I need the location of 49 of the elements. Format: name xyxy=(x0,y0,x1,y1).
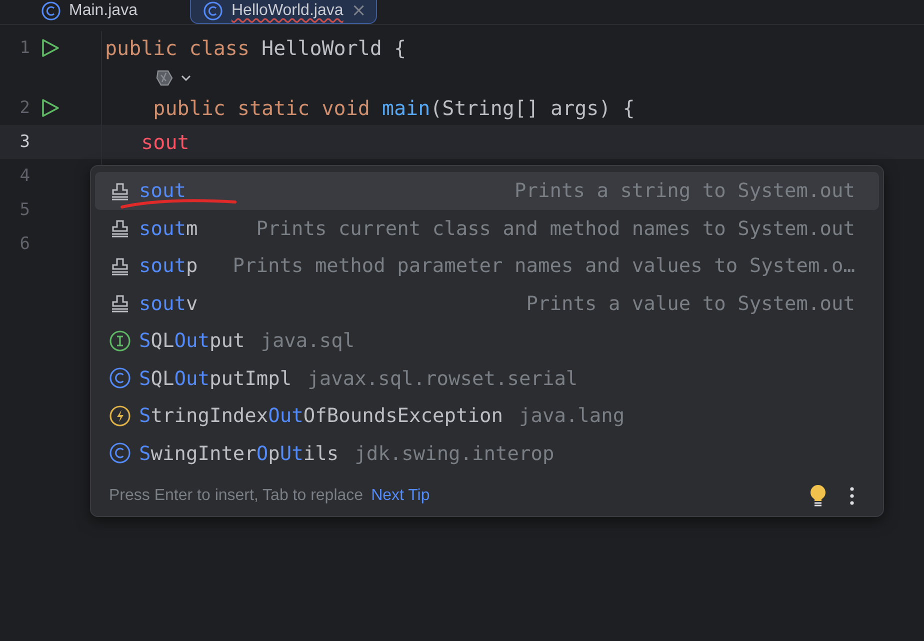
item-name: soutv xyxy=(139,292,198,315)
item-name: SQLOutputImpl xyxy=(139,366,292,390)
file-tab[interactable]: HelloWorld.java × xyxy=(190,0,378,24)
stamp-icon xyxy=(109,293,131,314)
item-name: SQLOutput xyxy=(139,329,245,352)
code-line: public class HelloWorld { xyxy=(104,36,406,60)
line-number: 5 xyxy=(18,200,30,220)
item-name: soutp xyxy=(139,254,198,278)
completion-item[interactable]: soutp Prints method parameter names and values to System.o… xyxy=(95,247,879,284)
run-icon[interactable] xyxy=(40,98,60,118)
run-icon[interactable] xyxy=(40,38,60,58)
completion-item[interactable]: SQLOutput java.sql xyxy=(95,322,879,360)
line-number: 6 xyxy=(18,234,30,254)
item-description: Prints a string to System.out xyxy=(514,179,855,202)
lightning-icon xyxy=(109,404,131,427)
class-icon xyxy=(41,0,61,20)
line-number: 4 xyxy=(18,166,30,186)
item-description: Prints a value to System.out xyxy=(526,292,855,315)
item-description: java.lang xyxy=(518,404,625,428)
item-name: sout xyxy=(139,179,186,202)
item-description: jdk.swing.interop xyxy=(354,442,554,465)
code-line: sout xyxy=(140,130,190,154)
interface-icon xyxy=(109,330,131,352)
footer-hint: Press Enter to insert, Tab to replace xyxy=(109,487,364,505)
completion-item[interactable]: soutm Prints current class and method names to System.out xyxy=(95,210,879,247)
item-description: Prints current class and method names to System.out xyxy=(256,216,855,240)
line-number: 3 xyxy=(18,132,30,152)
completion-item[interactable]: SQLOutputImpl javax.sql.rowset.serial xyxy=(95,360,879,397)
line-number: 2 xyxy=(18,98,30,118)
completion-item[interactable]: SwingInterOpUtils jdk.swing.interop xyxy=(95,434,879,472)
item-name: soutm xyxy=(139,216,198,240)
stamp-icon xyxy=(109,256,131,276)
class-icon xyxy=(109,367,131,390)
class-icon xyxy=(109,442,131,464)
item-description: java.sql xyxy=(260,329,355,352)
completion-item[interactable]: soutv Prints a value to System.out xyxy=(95,284,879,322)
stamp-icon xyxy=(109,218,131,238)
item-description: Prints method parameter names and values to System.o… xyxy=(232,254,855,278)
lightbulb-icon[interactable] xyxy=(809,484,827,508)
item-name: SwingInterOpUtils xyxy=(139,442,339,465)
item-description: javax.sql.rowset.serial xyxy=(308,366,578,390)
code-line: public static void main(String[] args) { xyxy=(152,96,635,120)
class-icon xyxy=(203,0,224,20)
line-number: 1 xyxy=(18,38,30,58)
next-tip-link[interactable]: Next Tip xyxy=(371,487,430,505)
completion-item[interactable]: StringIndexOutOfBoundsException java.lang xyxy=(95,397,879,434)
item-name: StringIndexOutOfBoundsException xyxy=(139,404,503,428)
stamp-icon xyxy=(109,180,131,201)
file-tab[interactable]: Main.java xyxy=(28,0,148,24)
